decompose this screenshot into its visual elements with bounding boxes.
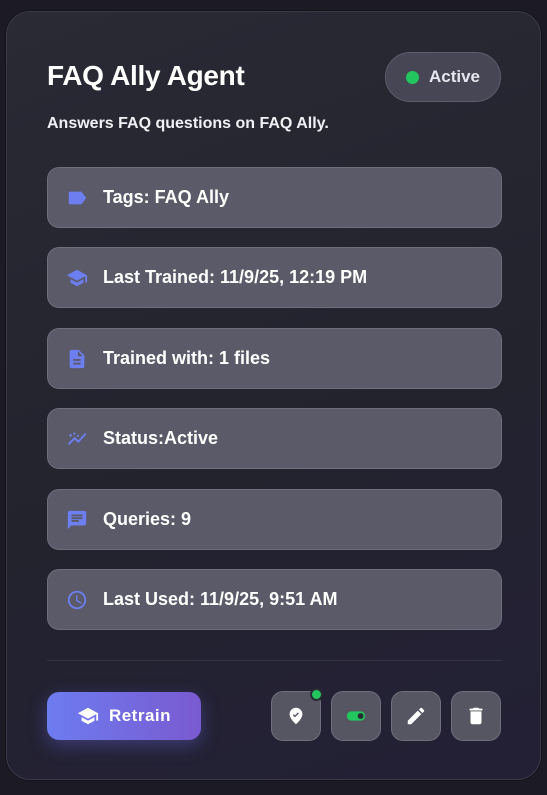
detail-row-tags: Tags: FAQ Ally bbox=[47, 167, 502, 228]
document-icon bbox=[66, 348, 88, 370]
detail-text: Trained with: 1 files bbox=[103, 348, 271, 368]
detail-text: Queries: 9 bbox=[103, 509, 192, 529]
agent-description: Answers FAQ questions on FAQ Ally. bbox=[47, 115, 329, 132]
edit-button[interactable] bbox=[391, 691, 441, 741]
pencil-icon bbox=[407, 707, 425, 725]
detail-text: Last Trained: 11/9/25, 12:19 PM bbox=[103, 267, 368, 287]
notification-dot bbox=[310, 688, 323, 701]
detail-text: Last Used: 11/9/25, 9:51 AM bbox=[103, 589, 338, 609]
divider bbox=[47, 660, 502, 661]
toggle-button[interactable] bbox=[331, 691, 381, 741]
toggle-icon bbox=[346, 711, 366, 721]
retrain-button[interactable]: Retrain bbox=[47, 692, 201, 740]
agent-card: FAQ Ally Agent Active Answers FAQ questi… bbox=[6, 11, 541, 780]
retrain-button-label: Retrain bbox=[108, 706, 172, 725]
detail-row-queries: Queries: 9 bbox=[47, 489, 502, 550]
chat-bubble-icon bbox=[66, 509, 88, 531]
trend-line-icon bbox=[66, 428, 88, 450]
delete-button[interactable] bbox=[451, 691, 501, 741]
graduation-cap-icon bbox=[66, 267, 88, 289]
status-badge: Active bbox=[385, 52, 501, 102]
detail-text: Tags: FAQ Ally bbox=[103, 187, 230, 207]
detail-text: Status:Active bbox=[103, 428, 219, 448]
status-badge-label: Active bbox=[428, 67, 481, 86]
location-pin-icon bbox=[289, 707, 303, 725]
graduation-cap-icon bbox=[77, 707, 99, 725]
tag-icon bbox=[66, 187, 88, 209]
status-dot bbox=[405, 70, 419, 84]
detail-row-last-used: Last Used: 11/9/25, 9:51 AM bbox=[47, 569, 502, 630]
detail-row-status: Status:Active bbox=[47, 408, 502, 469]
detail-row-last-trained: Last Trained: 11/9/25, 12:19 PM bbox=[47, 247, 502, 308]
trash-icon bbox=[469, 707, 483, 725]
clock-icon bbox=[66, 589, 88, 611]
agent-title: FAQ Ally Agent bbox=[47, 60, 245, 91]
location-button[interactable] bbox=[271, 688, 323, 741]
detail-row-trained-with: Trained with: 1 files bbox=[47, 328, 502, 389]
